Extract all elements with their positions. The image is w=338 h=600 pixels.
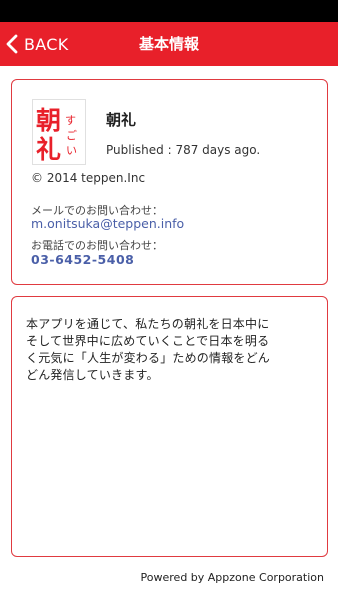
copyright-text: © 2014 teppen.Inc xyxy=(31,171,146,185)
svg-text:ご: ご xyxy=(66,128,77,142)
phone-contact-label: お電話でのお問い合わせ： xyxy=(31,239,163,252)
description-card: 本アプリを通じて、私たちの朝礼を日本中に そして世界中に広めていくことで日本を明… xyxy=(11,296,328,557)
footer-credit: Powered by Appzone Corporation xyxy=(140,571,324,584)
status-bar xyxy=(0,0,338,22)
svg-text:す: す xyxy=(65,114,76,127)
email-link[interactable]: m.onitsuka@teppen.info xyxy=(31,216,184,231)
back-button-label: BACK xyxy=(24,34,69,54)
published-text: Published : 787 days ago. xyxy=(106,143,261,157)
description-line: く元気に「人生が変わる」ための情報をどん xyxy=(26,351,271,365)
chevron-left-icon xyxy=(6,34,18,54)
navigation-bar: BACK 基本情報 xyxy=(0,22,338,66)
svg-text:朝: 朝 xyxy=(36,106,61,135)
description-line: 本アプリを通じて、私たちの朝礼を日本中に xyxy=(26,317,270,331)
app-name: 朝礼 xyxy=(106,111,137,129)
back-button[interactable]: BACK xyxy=(6,22,69,66)
app-info-card: 朝 礼 す ご い 朝礼 Published : 787 days ago. ©… xyxy=(11,79,328,285)
description-line: どん発信していきます。 xyxy=(26,368,159,382)
phone-link[interactable]: 03-6452-5408 xyxy=(31,252,134,267)
svg-text:礼: 礼 xyxy=(36,135,61,164)
app-icon: 朝 礼 す ご い xyxy=(32,99,86,165)
description-line: そして世界中に広めていくことで日本を明る xyxy=(26,334,270,348)
svg-text:い: い xyxy=(66,144,77,157)
description-text: 本アプリを通じて、私たちの朝礼を日本中に そして世界中に広めていくことで日本を明… xyxy=(26,316,313,384)
